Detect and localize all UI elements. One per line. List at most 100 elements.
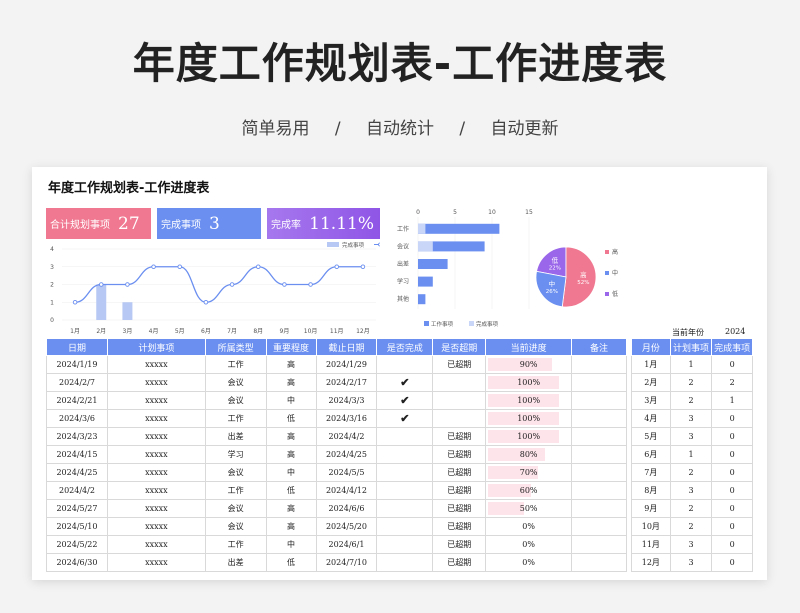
cell-completed: 0 bbox=[711, 517, 753, 536]
progress-cell: 90% bbox=[485, 355, 573, 374]
pie-legend-swatch bbox=[605, 271, 609, 275]
cell-item: xxxxx bbox=[106, 553, 206, 572]
cell-due: 2024/2/17 bbox=[315, 373, 378, 392]
table-row: 2024/5/10 xxxxx 会议高 2024/5/20 已超期 0% bbox=[46, 517, 627, 536]
pie-percent: 52% bbox=[577, 280, 589, 286]
cell-type: 学习 bbox=[204, 445, 267, 464]
bar-done-2 bbox=[96, 284, 107, 320]
cell-due: 2024/1/29 bbox=[315, 355, 378, 374]
sheet-title: 年度工作规划表-工作进度表 bbox=[48, 181, 210, 196]
month-row: 5月 3 0 bbox=[631, 427, 753, 446]
cell-date: 2024/6/30 bbox=[46, 553, 108, 572]
cell-date: 2024/2/7 bbox=[46, 373, 108, 392]
bar-work-4 bbox=[418, 276, 433, 287]
cell-month: 7月 bbox=[631, 463, 671, 482]
cell-done bbox=[376, 499, 434, 518]
cell-planned: 2 bbox=[669, 373, 713, 392]
month-header-cell: 计划事项 bbox=[669, 338, 713, 356]
table-header-cell: 是否超期 bbox=[432, 338, 487, 356]
cell-done bbox=[376, 517, 434, 536]
tag-auto-stats: 自动统计 bbox=[366, 119, 434, 139]
cell-type: 会议 bbox=[204, 499, 267, 518]
bar-done-1 bbox=[418, 223, 426, 234]
cell-over: 已超期 bbox=[432, 463, 487, 482]
cell-date: 2024/3/6 bbox=[46, 409, 108, 428]
line-point-6 bbox=[203, 300, 209, 305]
tag-separator: / bbox=[334, 119, 341, 139]
legend-label-done: 完成事项 bbox=[342, 241, 365, 249]
year-label: 当前年份 bbox=[672, 328, 704, 337]
tag-separator: / bbox=[459, 119, 466, 139]
cell-planned: 1 bbox=[669, 445, 713, 464]
progress-text: 70% bbox=[519, 468, 538, 477]
month-row: 3月 2 1 bbox=[631, 391, 753, 410]
month-row: 7月 2 0 bbox=[631, 463, 753, 482]
work-table: 日期 计划事项 所属类型 重要程度 截止日期 是否完成 是否超期 当前进度 备注 2024/1/… bbox=[46, 338, 627, 572]
table-header-cell: 所属类型 bbox=[204, 338, 267, 356]
table-header-cell: 日期 bbox=[46, 338, 108, 356]
cell-planned: 2 bbox=[669, 517, 713, 536]
pie-label: 低 bbox=[552, 256, 559, 265]
progress-text: 80% bbox=[519, 450, 538, 459]
y-tick-label: 其他 bbox=[397, 295, 409, 303]
cell-type: 出差 bbox=[204, 553, 267, 572]
cell-level: 高 bbox=[265, 427, 317, 446]
cell-completed: 0 bbox=[711, 355, 753, 374]
pie-legend-label: 低 bbox=[612, 290, 618, 298]
line-point-9 bbox=[282, 282, 287, 287]
pie-legend-label: 高 bbox=[612, 248, 618, 256]
cell-item: xxxxx bbox=[106, 463, 206, 482]
line-point-1 bbox=[72, 300, 78, 305]
kpi-rate-value: 11.11% bbox=[309, 213, 374, 234]
cell-item: xxxxx bbox=[106, 409, 206, 428]
legend-swatch-done bbox=[327, 242, 339, 247]
x-tick-label: 0 bbox=[416, 209, 420, 216]
cell-level: 高 bbox=[265, 373, 317, 392]
table-row: 2024/2/21 xxxxx 会议中 2024/3/3 ✔ 100% bbox=[46, 391, 627, 410]
cell-note bbox=[571, 355, 627, 374]
month-row: 2月 2 2 bbox=[631, 373, 753, 392]
cell-date: 2024/5/10 bbox=[46, 517, 108, 536]
progress-cell: 100% bbox=[485, 391, 573, 410]
table-header-cell: 截止日期 bbox=[315, 338, 378, 356]
month-row: 12月 3 0 bbox=[631, 553, 753, 572]
cell-planned: 3 bbox=[669, 535, 713, 554]
cell-completed: 2 bbox=[711, 373, 753, 392]
legend-swatch-work bbox=[424, 321, 429, 326]
cell-item: xxxxx bbox=[106, 535, 206, 554]
cell-month: 12月 bbox=[631, 553, 671, 572]
table-row: 2024/4/15 xxxxx 学习高 2024/4/25 已超期 80% bbox=[46, 445, 627, 464]
month-table-header-row: 月份 计划事项 完成事项 bbox=[631, 338, 753, 356]
cell-item: xxxxx bbox=[106, 517, 206, 536]
x-tick-label: 1月 bbox=[70, 328, 80, 335]
kpi-total-label: 合计规划事项 bbox=[50, 220, 110, 231]
cell-planned: 3 bbox=[669, 427, 713, 446]
month-row: 1月 1 0 bbox=[631, 355, 753, 374]
progress-cell: 60% bbox=[485, 481, 573, 500]
y-tick-label: 会议 bbox=[397, 242, 409, 250]
legend-marker-plan bbox=[378, 242, 380, 247]
table-header-row: 日期 计划事项 所属类型 重要程度 截止日期 是否完成 是否超期 当前进度 备注 bbox=[46, 338, 627, 356]
bar-work-5 bbox=[418, 294, 426, 305]
cell-done bbox=[376, 481, 434, 500]
pie-label: 高 bbox=[580, 270, 587, 279]
year-value: 2024 bbox=[725, 327, 746, 336]
cell-planned: 3 bbox=[669, 481, 713, 500]
cell-over bbox=[432, 373, 487, 392]
month-table: 月份 计划事项 完成事项 1月 1 0 2月 2 2 3月 2 1 4月 3 0 5月 3 0 6月 1 0 7月 2 0 8… bbox=[631, 338, 753, 572]
cell-over: 已超期 bbox=[432, 517, 487, 536]
cell-completed: 0 bbox=[711, 535, 753, 554]
cell-item: xxxxx bbox=[106, 445, 206, 464]
table-header-cell: 计划事项 bbox=[106, 338, 206, 356]
tag-easy: 简单易用 bbox=[241, 119, 310, 139]
y-tick-label: 3 bbox=[50, 264, 54, 271]
progress-cell: 100% bbox=[485, 427, 573, 446]
y-tick-label: 出差 bbox=[397, 260, 409, 268]
cell-month: 8月 bbox=[631, 481, 671, 500]
cell-over: 已超期 bbox=[432, 535, 487, 554]
line-point-10 bbox=[308, 282, 313, 287]
kpi-done-value: 3 bbox=[209, 213, 220, 234]
cell-level: 低 bbox=[265, 481, 317, 500]
cell-due: 2024/4/2 bbox=[315, 427, 378, 446]
cell-completed: 0 bbox=[711, 427, 753, 446]
